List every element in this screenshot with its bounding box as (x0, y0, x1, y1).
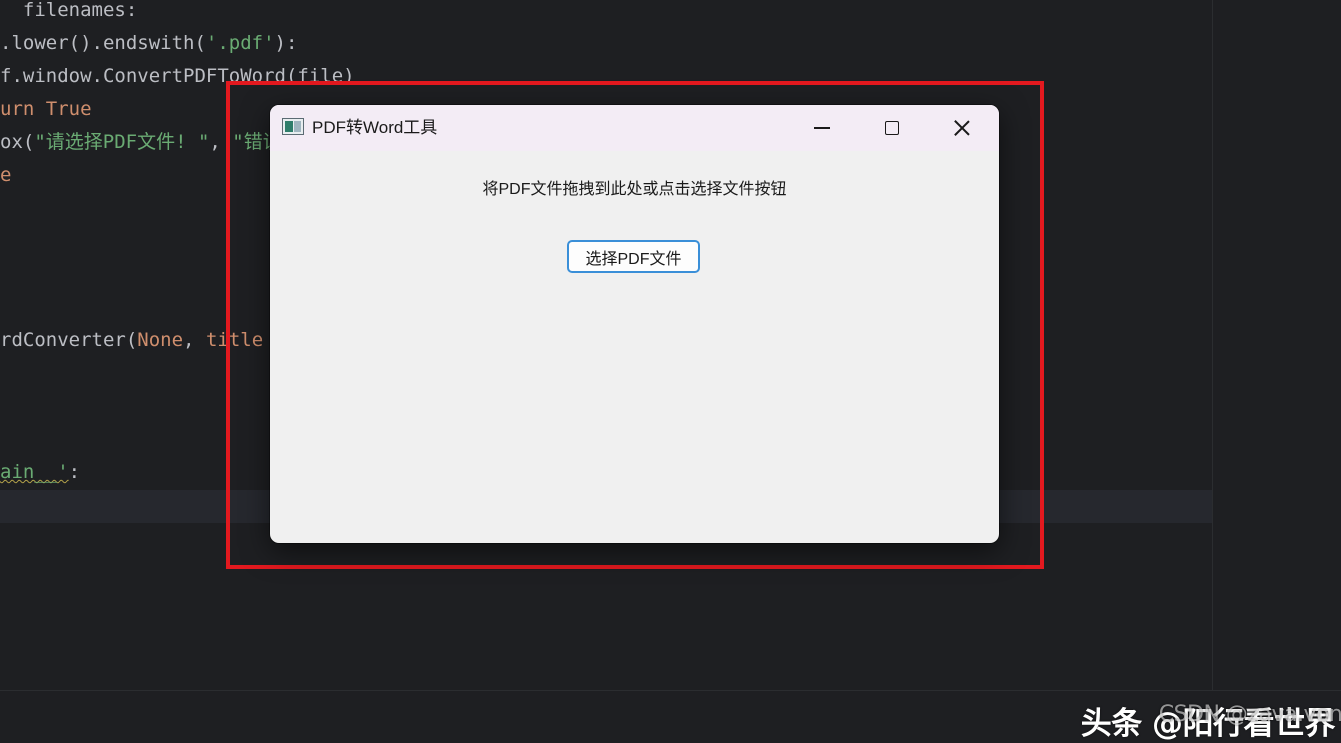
maximize-button[interactable] (857, 105, 927, 151)
window-title: PDF转Word工具 (312, 118, 438, 137)
code-token: ox( (0, 131, 35, 153)
code-line: rdConverter(None, title (0, 324, 263, 357)
close-button[interactable] (927, 105, 997, 151)
code-token: , (209, 131, 233, 153)
close-icon (953, 119, 971, 137)
code-token: "请选择PDF文件! " (34, 131, 210, 153)
code-line: e (0, 159, 11, 192)
code-token: title (205, 329, 264, 351)
maximize-icon (885, 121, 899, 135)
code-token: f.window.ConvertPDFToWord(file) (0, 65, 355, 87)
watermark-ghost-text: CSDN @zava.vong (1158, 702, 1341, 727)
select-pdf-button[interactable]: 选择PDF文件 (567, 240, 700, 273)
code-token: urn (0, 98, 46, 120)
code-line: f.window.ConvertPDFToWord(file) (0, 60, 355, 93)
right-side-panel (1213, 0, 1341, 690)
code-token: None (137, 329, 184, 351)
code-token: ain__' (0, 461, 69, 483)
minimize-icon (814, 127, 830, 129)
code-line: ain__': (0, 456, 80, 489)
code-line: filenames: (0, 0, 137, 27)
code-token: e (0, 164, 12, 186)
code-token: '.pdf' (205, 32, 275, 54)
window-titlebar[interactable]: PDF转Word工具 (270, 105, 999, 151)
code-line: urn True (0, 93, 92, 126)
code-token: True (45, 98, 92, 120)
drop-instruction-label: 将PDF文件拖拽到此处或点击选择文件按钮 (482, 181, 787, 198)
watermark: 头条 @阳行看世界 CSDN @zava.vong (1081, 698, 1341, 743)
code-token: .lower().endswith( (0, 32, 206, 54)
pdf-to-word-window: PDF转Word工具 将PDF文件拖拽到此处或点击选择文件按钮 选择PDF文件 (270, 105, 999, 543)
code-token: rdConverter( (0, 329, 138, 351)
window-app-icon (282, 118, 304, 135)
code-token: ): (274, 32, 298, 54)
status-bar: 头条 @阳行看世界 CSDN @zava.vong (0, 690, 1341, 742)
code-token: filenames: (0, 0, 138, 21)
minimize-button[interactable] (787, 105, 857, 151)
code-token: , (183, 329, 206, 351)
code-line: .lower().endswith('.pdf'): (0, 27, 297, 60)
code-token: : (68, 461, 81, 483)
code-line: ox("请选择PDF文件! ", "错误" (0, 126, 293, 159)
